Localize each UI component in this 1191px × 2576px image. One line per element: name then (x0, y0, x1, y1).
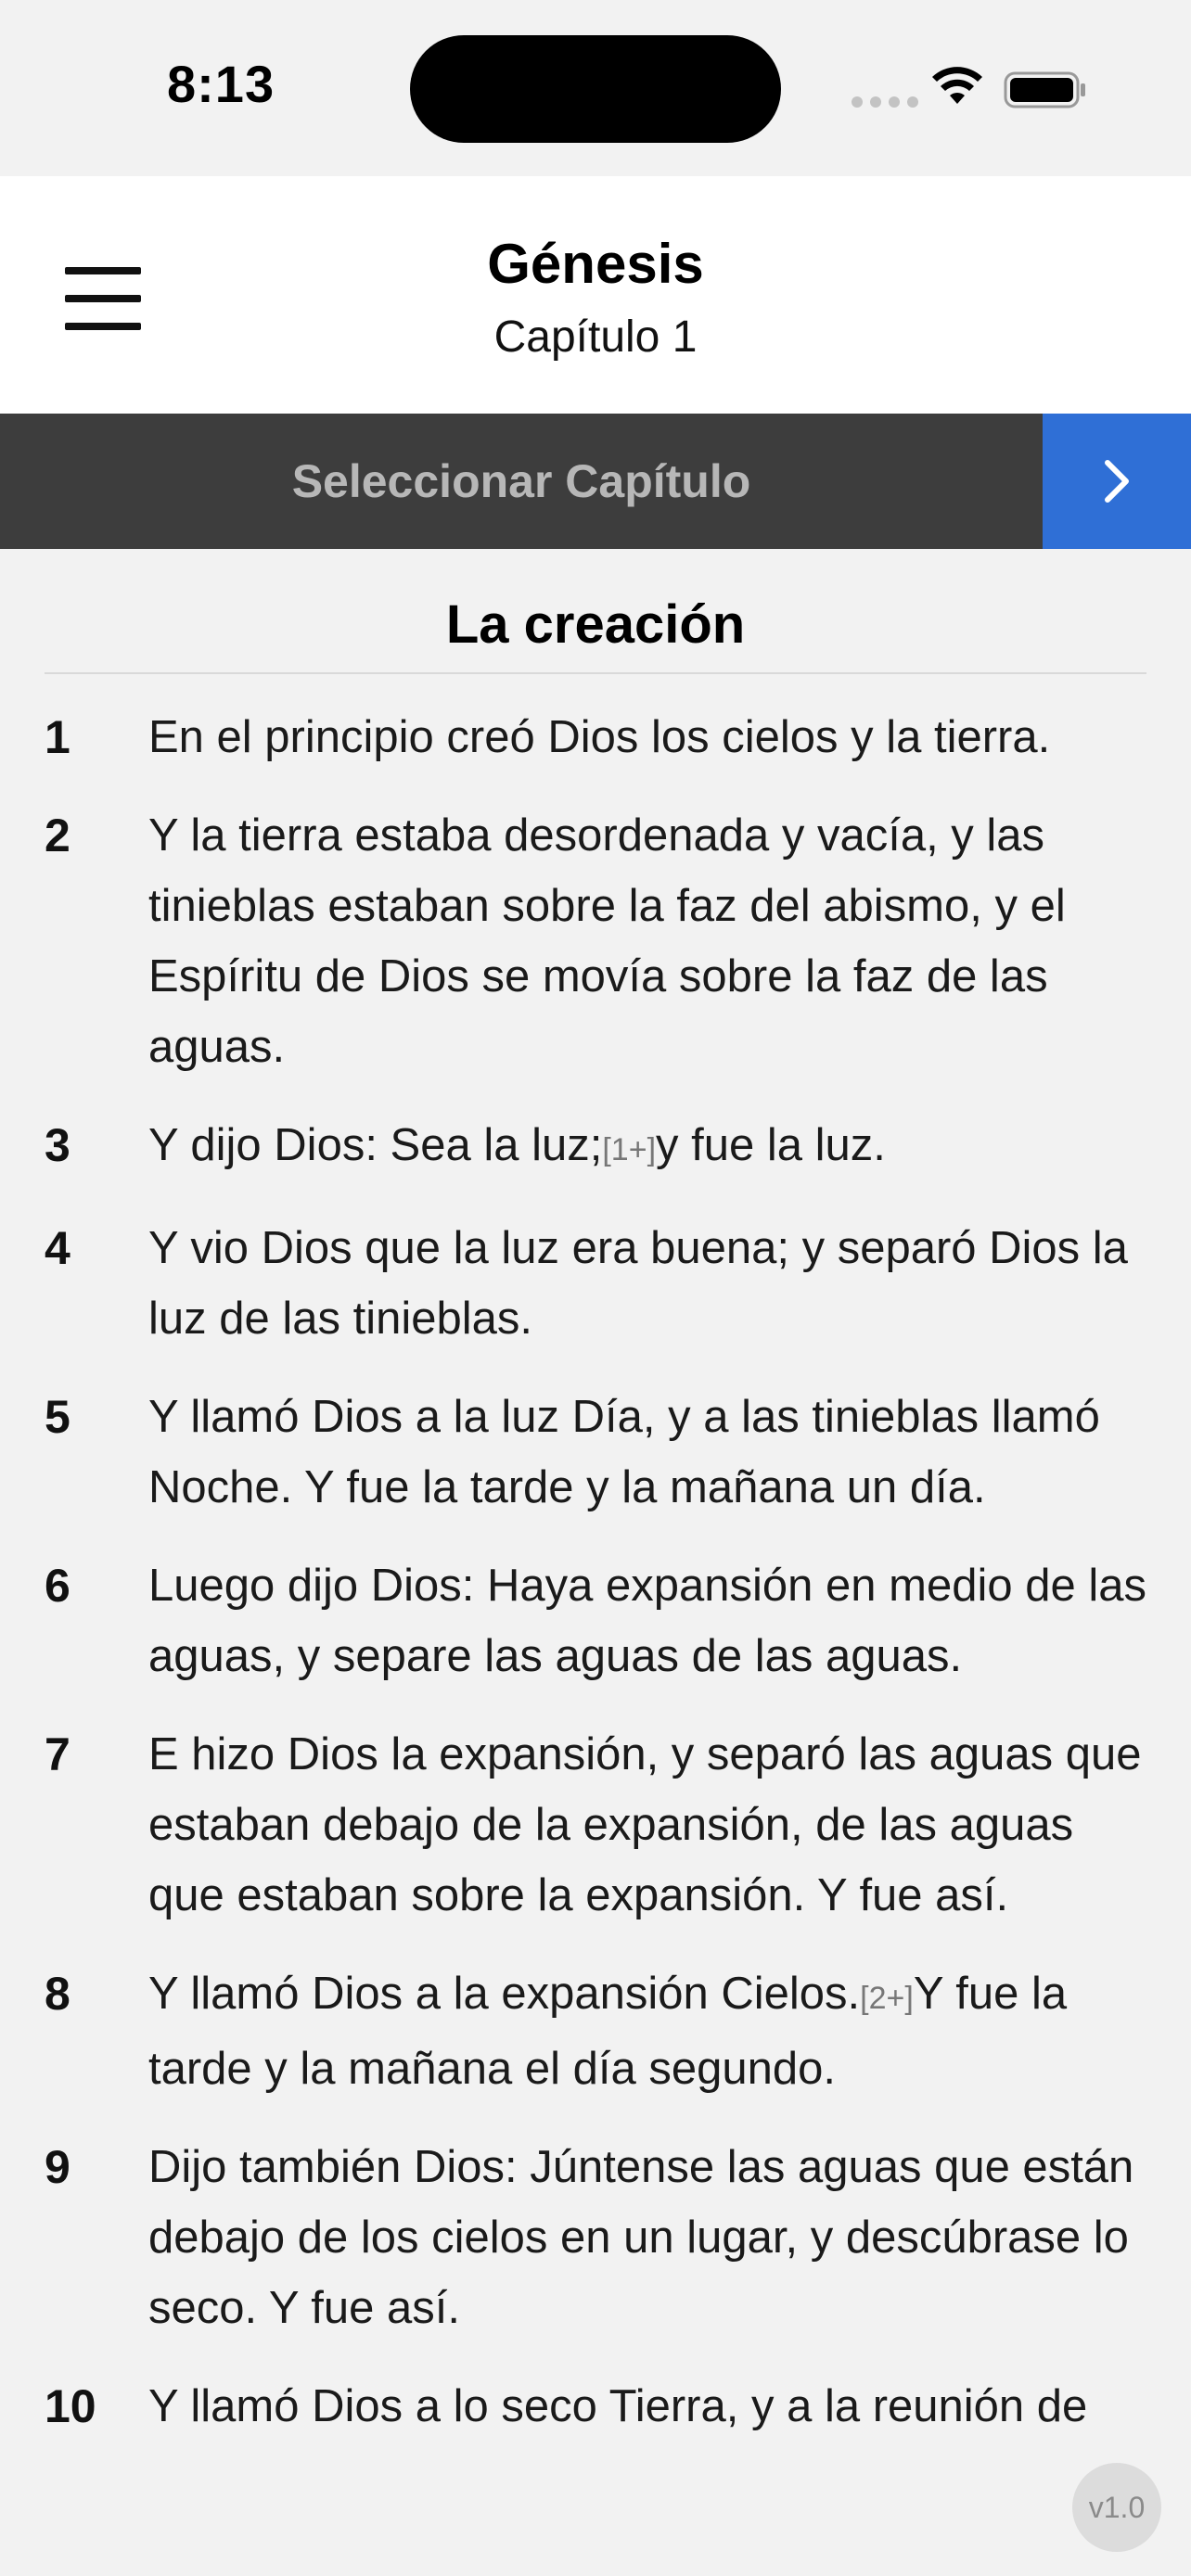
verse-9: 9 Dijo también Dios: Júntense las aguas … (45, 2132, 1146, 2343)
verse-3: 3 Y dijo Dios: Sea la luz;[1+]y fue la l… (45, 1110, 1146, 1185)
verse-2: 2 Y la tierra estaba desordenada y vacía… (45, 800, 1146, 1082)
verse-text: Dijo también Dios: Júntense las aguas qu… (148, 2142, 1134, 2333)
select-chapter-button[interactable]: Seleccionar Capítulo (0, 414, 1043, 549)
verse-text-part: Y llamó Dios a la expansión Cielos. (148, 1969, 861, 2019)
wifi-icon (932, 67, 982, 104)
verse-text: Y la tierra estaba desordenada y vacía, … (148, 810, 1066, 1072)
version-badge: v1.0 (1072, 2463, 1161, 2552)
verse-text: Y llamó Dios a la luz Día, y a las tinie… (148, 1392, 1100, 1512)
verse-number: 6 (45, 1560, 70, 1612)
dynamic-island (410, 35, 781, 143)
verse-number: 4 (45, 1222, 70, 1274)
verse-8: 8 Y llamó Dios a la expansión Cielos.[2+… (45, 1958, 1146, 2104)
chapter-content: La creación 1 En el principio creó Dios … (45, 593, 1146, 2469)
verse-6: 6 Luego dijo Dios: Haya expansión en med… (45, 1550, 1146, 1691)
verse-text: Y llamó Dios a la expansión Cielos.[2+]Y… (148, 1958, 1146, 2104)
verse-text: En el principio creó Dios los cielos y l… (148, 712, 1051, 762)
verse-text: Y llamó Dios a lo seco Tierra, y a la re… (148, 2381, 1088, 2431)
chevron-right-icon (1105, 460, 1129, 503)
chapter-subtitle: Capítulo 1 (493, 312, 698, 362)
status-time: 8:13 (167, 55, 275, 113)
footnote-link[interactable]: [2+] (860, 1981, 914, 2016)
footnote-link[interactable]: [1+] (602, 1132, 656, 1167)
book-title: Génesis (487, 233, 704, 295)
verse-number: 3 (45, 1119, 70, 1171)
verse-text: Y dijo Dios: Sea la luz;[1+]y fue la luz… (148, 1110, 1146, 1185)
verse-number: 7 (45, 1728, 70, 1780)
verse-number: 8 (45, 1968, 70, 2020)
next-chapter-button[interactable] (1043, 414, 1191, 549)
verse-number: 9 (45, 2141, 70, 2193)
verse-5: 5 Y llamó Dios a la luz Día, y a las tin… (45, 1382, 1146, 1523)
verse-text: Luego dijo Dios: Haya expansión en medio… (148, 1561, 1146, 1681)
verse-number: 1 (45, 711, 70, 763)
status-bar: 8:13 (0, 0, 1191, 176)
verse-4: 4 Y vio Dios que la luz era buena; y sep… (45, 1213, 1146, 1354)
verse-text-part: y fue la luz. (656, 1120, 886, 1170)
verse-text: E hizo Dios la expansión, y separó las a… (148, 1729, 1142, 1920)
verse-number: 5 (45, 1391, 70, 1443)
verse-number: 2 (45, 810, 70, 861)
verse-10: 10 Y llamó Dios a lo seco Tierra, y a la… (45, 2371, 1146, 2442)
verse-7: 7 E hizo Dios la expansión, y separó las… (45, 1719, 1146, 1931)
verse-1: 1 En el principio creó Dios los cielos y… (45, 702, 1146, 772)
verse-text: Y vio Dios que la luz era buena; y separ… (148, 1223, 1128, 1344)
verse-text-part: Y dijo Dios: Sea la luz; (148, 1120, 603, 1170)
section-title: La creación (45, 593, 1146, 674)
cellular-signal-icon (852, 96, 918, 108)
header: Génesis Capítulo 1 (0, 176, 1191, 414)
battery-icon (1004, 71, 1085, 108)
chapter-selector-bar: Seleccionar Capítulo (0, 414, 1191, 549)
verse-number: 10 (45, 2380, 96, 2432)
verse-list: 1 En el principio creó Dios los cielos y… (45, 702, 1146, 2442)
